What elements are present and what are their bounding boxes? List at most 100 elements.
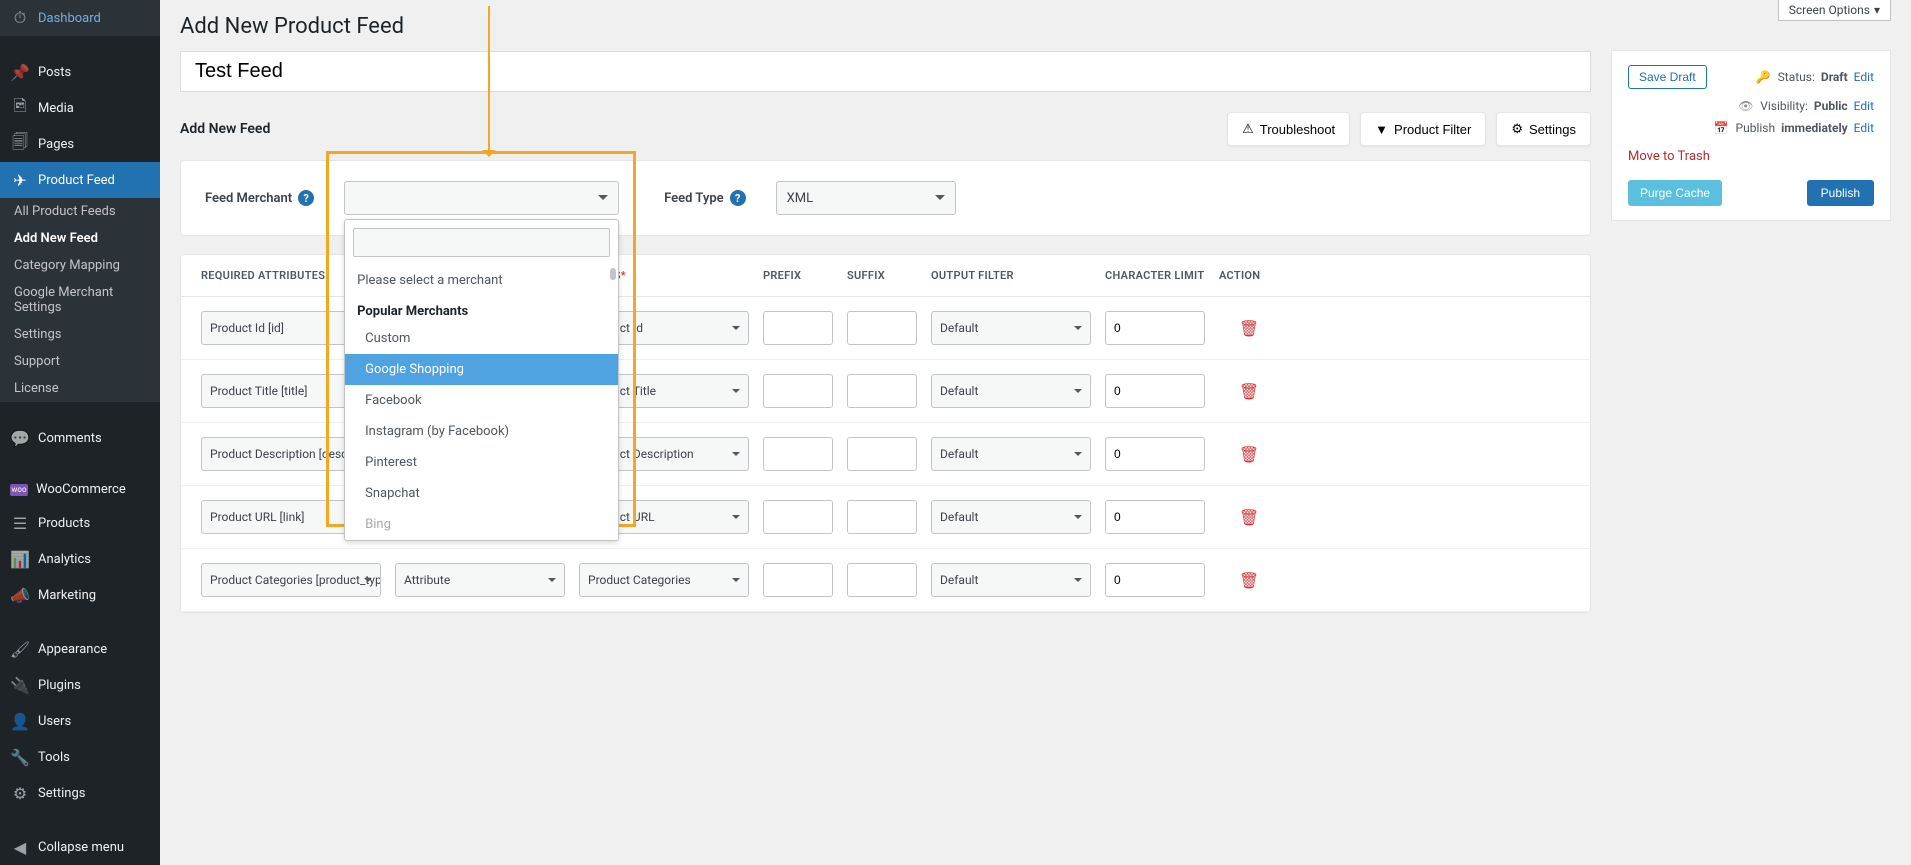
merchant-option-snapchat[interactable]: Snapchat <box>345 478 618 509</box>
submenu-license[interactable]: License <box>0 375 160 402</box>
col-char-limit: CHARACTER LIMIT <box>1105 269 1205 282</box>
feed-title-input[interactable] <box>180 51 1591 92</box>
sidebar-item-dashboard[interactable]: ⏱Dashboard <box>0 0 160 36</box>
products-icon: ☰ <box>10 513 30 533</box>
sidebar-item-products[interactable]: ☰ Products <box>0 505 160 541</box>
sidebar-item-posts[interactable]: 📌Posts <box>0 54 160 90</box>
collapse-icon: ◀ <box>10 837 30 857</box>
help-icon[interactable]: ? <box>730 190 746 206</box>
merchant-search-input[interactable] <box>353 228 610 257</box>
merchant-option-custom[interactable]: Custom <box>345 323 618 354</box>
tools-icon: 🔧 <box>10 747 30 767</box>
sidebar-item-users[interactable]: 👤Users <box>0 703 160 739</box>
media-icon: 🖻 <box>10 98 30 118</box>
submenu-google-merchant[interactable]: Google Merchant Settings <box>0 279 160 321</box>
product-filter-button[interactable]: ▼Product Filter <box>1360 112 1486 146</box>
feed-type-select[interactable]: XML <box>776 181 956 215</box>
filter-select[interactable]: Default <box>931 437 1091 471</box>
troubleshoot-button[interactable]: ⚠Troubleshoot <box>1227 112 1350 146</box>
delete-row-button[interactable]: 🗑 <box>1219 382 1279 401</box>
settings-button[interactable]: ⚙Settings <box>1496 112 1591 146</box>
sidebar-item-pages[interactable]: 🗐Pages <box>0 126 160 162</box>
chevron-down-icon: ▾ <box>1874 3 1880 17</box>
merchant-option-google-shopping[interactable]: Google Shopping <box>345 354 618 385</box>
delete-row-button[interactable]: 🗑 <box>1219 319 1279 338</box>
col-output-filter: OUTPUT FILTER <box>931 269 1091 282</box>
screen-options-toggle[interactable]: Screen Options▾ <box>1778 0 1891 21</box>
suffix-input[interactable] <box>847 311 917 345</box>
key-icon: 🔑 <box>1756 70 1772 84</box>
edit-status-link[interactable]: Edit <box>1854 70 1874 84</box>
dropdown-group-label: Popular Merchants <box>345 296 618 323</box>
feed-merchant-label: Feed Merchant? <box>205 190 314 206</box>
publish-button[interactable]: Publish <box>1807 180 1874 206</box>
limit-input[interactable] <box>1105 311 1205 345</box>
limit-input[interactable] <box>1105 374 1205 408</box>
prefix-input[interactable] <box>763 563 833 597</box>
submenu-category-mapping[interactable]: Category Mapping <box>0 252 160 279</box>
filter-select[interactable]: Default <box>931 500 1091 534</box>
merchant-option-pinterest[interactable]: Pinterest <box>345 447 618 478</box>
sidebar-item-woocommerce[interactable]: wooWooCommerce <box>0 474 160 505</box>
suffix-input[interactable] <box>847 437 917 471</box>
publish-box: Save Draft 🔑Status: Draft Edit 👁Visibili… <box>1611 50 1891 221</box>
calendar-icon: 📅 <box>1714 121 1730 135</box>
attr-select[interactable]: Product Categories [product_type] <box>201 563 381 597</box>
sidebar-collapse[interactable]: ◀Collapse menu <box>0 829 160 865</box>
value-select[interactable]: Product Categories <box>579 563 749 597</box>
annotation-arrow <box>488 6 490 156</box>
filter-select[interactable]: Default <box>931 311 1091 345</box>
submenu-settings[interactable]: Settings <box>0 321 160 348</box>
sidebar-item-label: Tools <box>38 750 70 765</box>
warning-icon: ⚠ <box>1242 121 1254 137</box>
merchant-dropdown: Please select a merchant Popular Merchan… <box>344 219 619 541</box>
sidebar-item-appearance[interactable]: 🖌Appearance <box>0 631 160 667</box>
type-select[interactable]: Attribute <box>395 563 565 597</box>
sidebar-item-analytics[interactable]: 📊Analytics <box>0 541 160 577</box>
filter-select[interactable]: Default <box>931 374 1091 408</box>
sidebar-item-label: Settings <box>38 786 85 801</box>
prefix-input[interactable] <box>763 500 833 534</box>
submenu-support[interactable]: Support <box>0 348 160 375</box>
purge-cache-button[interactable]: Purge Cache <box>1628 180 1722 206</box>
marketing-icon: 📣 <box>10 585 30 605</box>
feed-merchant-select[interactable] <box>344 181 619 215</box>
edit-publish-link[interactable]: Edit <box>1854 121 1874 135</box>
limit-input[interactable] <box>1105 563 1205 597</box>
save-draft-button[interactable]: Save Draft <box>1628 65 1707 89</box>
scrollbar[interactable] <box>610 268 616 280</box>
sidebar-item-marketing[interactable]: 📣 Marketing <box>0 577 160 613</box>
delete-row-button[interactable]: 🗑 <box>1219 571 1279 590</box>
edit-visibility-link[interactable]: Edit <box>1854 99 1874 113</box>
merchant-option-instagram[interactable]: Instagram (by Facebook) <box>345 416 618 447</box>
sidebar-item-media[interactable]: 🖻Media <box>0 90 160 126</box>
sidebar-item-settings[interactable]: ⚙Settings <box>0 775 160 811</box>
prefix-input[interactable] <box>763 374 833 408</box>
suffix-input[interactable] <box>847 500 917 534</box>
prefix-input[interactable] <box>763 437 833 471</box>
limit-input[interactable] <box>1105 437 1205 471</box>
delete-row-button[interactable]: 🗑 <box>1219 508 1279 527</box>
delete-row-button[interactable]: 🗑 <box>1219 445 1279 464</box>
merchant-option-bing[interactable]: Bing <box>345 509 618 540</box>
sidebar-item-product-feed[interactable]: ✈Product Feed <box>0 162 160 198</box>
limit-input[interactable] <box>1105 500 1205 534</box>
suffix-input[interactable] <box>847 563 917 597</box>
sidebar-item-label: Marketing <box>38 588 96 603</box>
filter-select[interactable]: Default <box>931 563 1091 597</box>
suffix-input[interactable] <box>847 374 917 408</box>
sidebar-item-tools[interactable]: 🔧 Tools <box>0 739 160 775</box>
sidebar-item-comments[interactable]: 💬Comments <box>0 420 160 456</box>
merchant-panel: Feed Merchant? Please select a merchant <box>180 160 1591 236</box>
sidebar-item-label: Products <box>38 516 90 531</box>
table-row: Product Categories [product_type] Attrib… <box>181 549 1590 612</box>
sidebar-item-label: Comments <box>38 431 102 446</box>
submenu-add-new-feed[interactable]: Add New Feed <box>0 225 160 252</box>
move-to-trash-link[interactable]: Move to Trash <box>1628 149 1710 164</box>
submenu-all-feeds[interactable]: All Product Feeds <box>0 198 160 225</box>
main-content: Screen Options▾ Add New Product Feed Add… <box>160 0 1911 865</box>
prefix-input[interactable] <box>763 311 833 345</box>
sidebar-item-plugins[interactable]: 🔌Plugins <box>0 667 160 703</box>
help-icon[interactable]: ? <box>298 190 314 206</box>
merchant-option-facebook[interactable]: Facebook <box>345 385 618 416</box>
